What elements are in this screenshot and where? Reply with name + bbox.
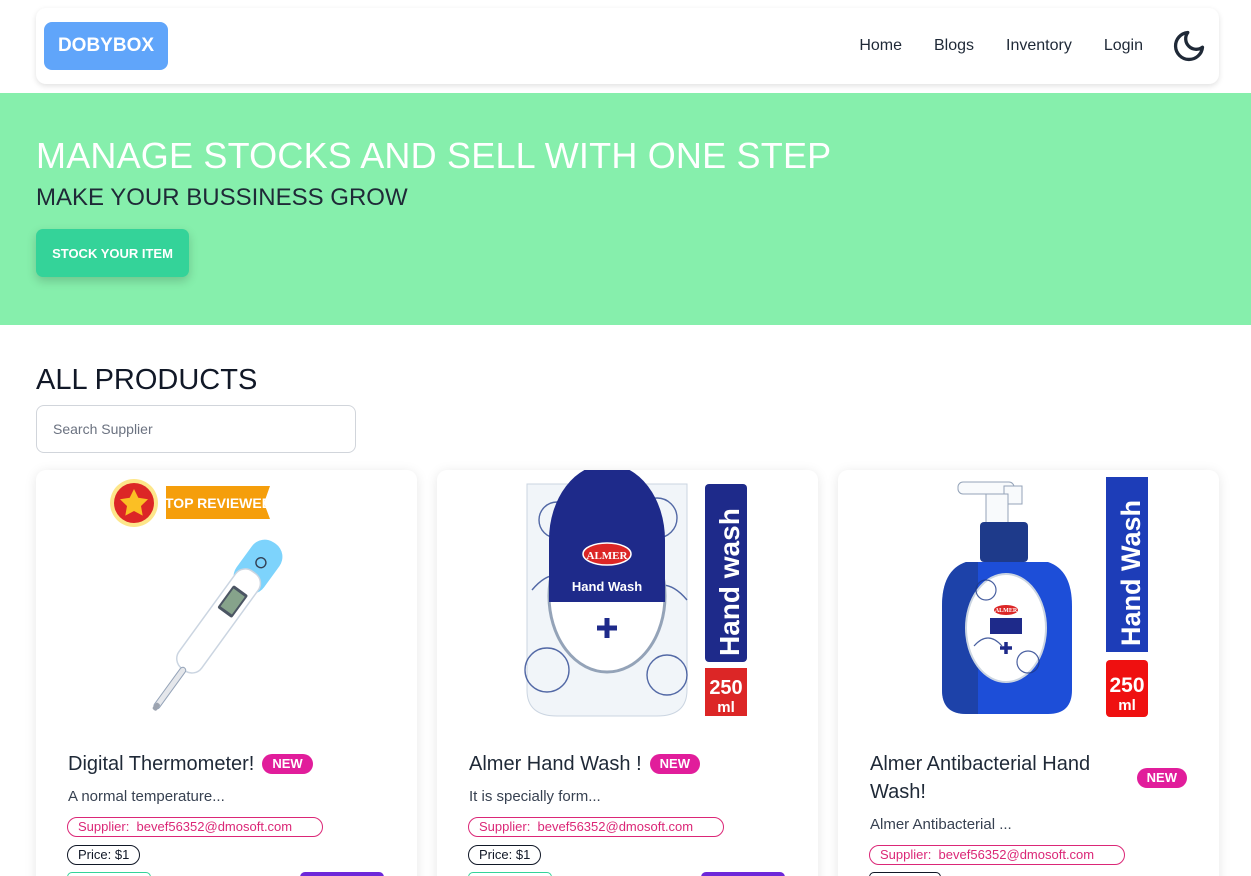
all-products-title: ALL PRODUCTS [36,364,258,396]
nav-links: Home Blogs Inventory Login [843,26,1209,66]
nav-login-link[interactable]: Login [1088,29,1159,63]
nav-inventory-link[interactable]: Inventory [990,29,1088,63]
top-reviewed-ribbon: TOP REVIEWED [110,479,272,527]
nav-blogs-link[interactable]: Blogs [918,29,990,63]
update-button[interactable] [67,872,151,876]
thermometer-image: TOP REVIEWED [110,479,283,711]
pack-size: 250 [1109,674,1144,697]
pack-unit: ml [717,699,735,716]
pack-product: Hand Wash [572,579,642,594]
hero-banner: MANAGE STOCKS AND SELL WITH ONE STEP MAK… [0,93,1251,325]
moon-icon [1173,30,1205,62]
product-description: Almer Antibacterial ... [870,816,1012,833]
new-badge: NEW [1136,768,1187,788]
hand-wash-pouch-image: ALMER Hand Wash Hand wash 250 ml [524,470,747,717]
hero-headline: MANAGE STOCKS AND SELL WITH ONE STEP [36,135,832,176]
new-badge: NEW [262,754,313,774]
navbar: DOBYBOX Home Blogs Inventory Login [36,8,1219,84]
pack-side-label: Hand Wash [1116,500,1146,646]
product-title-row: Almer Hand Wash ! NEW [469,750,786,778]
update-button[interactable] [468,872,552,876]
stock-item-button[interactable]: STOCK YOUR ITEM [36,229,189,277]
nav-home-link[interactable]: Home [843,29,918,63]
supplier-tag: Supplier: bevef56352@dmosoft.com [67,817,323,837]
price-tag: Price: $1 [468,845,542,865]
product-title-row: Almer Antibacterial Hand Wash! NEW [870,750,1187,806]
product-title-row: Digital Thermometer! NEW [68,750,385,778]
product-name: Almer Hand Wash ! [469,753,642,775]
product-name: Digital Thermometer! [68,753,255,775]
delete-button[interactable] [701,872,785,876]
pack-unit: ml [1118,697,1136,714]
pack-brand: ALMER [995,608,1018,614]
product-card: ALMER Hand Wash Hand wash 250 ml Almer H… [437,470,818,876]
ribbon-text: TOP REVIEWED [165,495,272,511]
product-description: It is specially form... [469,788,601,805]
supplier-tag: Supplier: bevef56352@dmosoft.com [468,817,724,837]
search-supplier-input[interactable] [36,405,356,453]
brand-logo[interactable]: DOBYBOX [44,22,168,70]
pack-size: 250 [709,677,742,699]
product-description: A normal temperature... [68,788,225,805]
product-card: TOP REVIEWED Digital Thermometer! NEW A … [36,470,417,876]
pack-brand: ALMER [587,550,629,562]
delete-button[interactable] [300,872,384,876]
price-tag [869,872,941,876]
product-name: Almer Antibacterial Hand Wash! [870,753,1091,803]
product-card: ALMER Hand Wash 250 ml Almer Antibacteri… [838,470,1219,876]
hand-wash-bottle-image: ALMER Hand Wash 250 ml [942,477,1148,717]
hero-subheadline: MAKE YOUR BUSSINESS GROW [36,184,408,211]
supplier-tag: Supplier: bevef56352@dmosoft.com [869,845,1125,865]
theme-toggle-button[interactable] [1169,26,1209,66]
price-tag: Price: $1 [67,845,141,865]
new-badge: NEW [649,754,700,774]
pack-side-label: Hand wash [714,508,745,656]
